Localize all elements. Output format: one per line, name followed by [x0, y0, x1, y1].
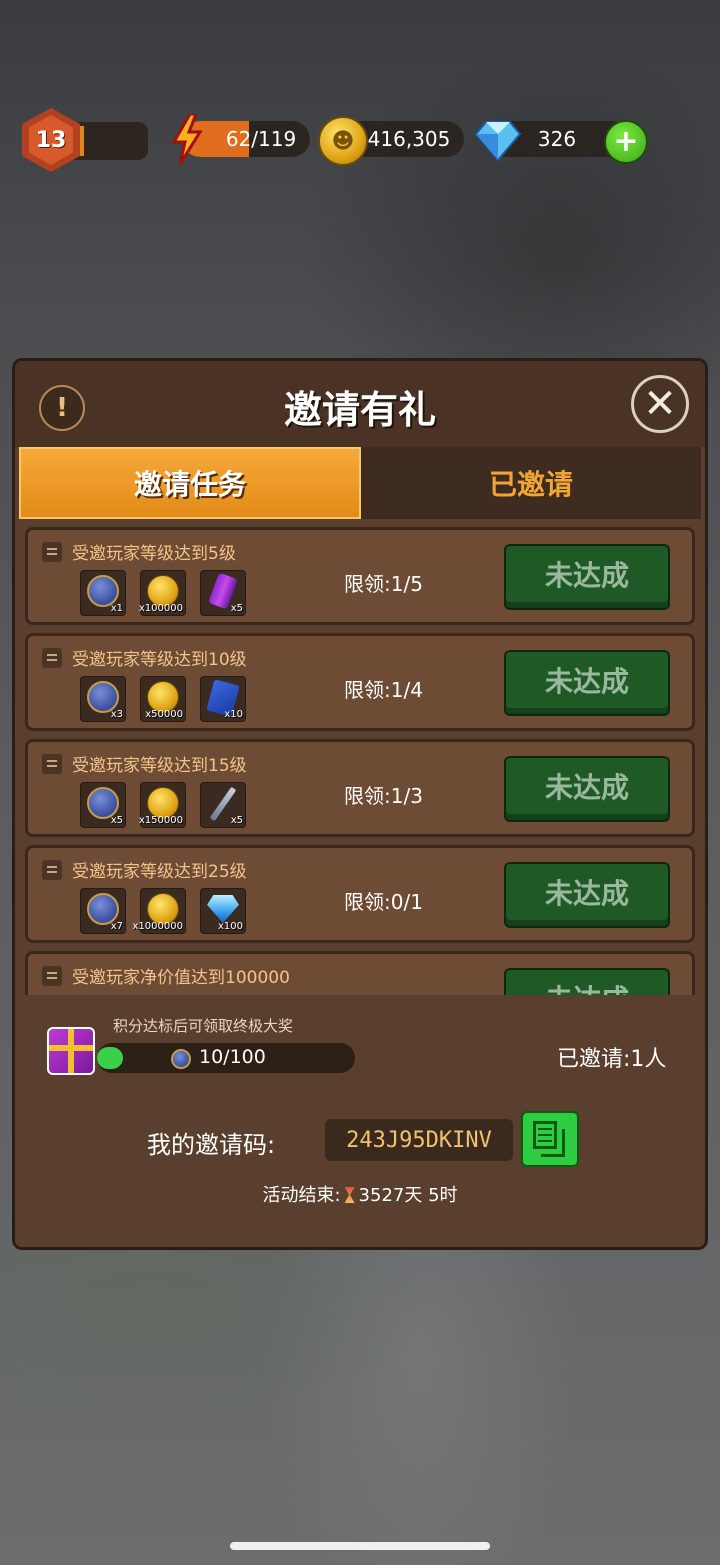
reward-slot[interactable]: x5: [200, 782, 246, 828]
reward-slot[interactable]: x50000: [140, 676, 186, 722]
reward-slot[interactable]: x3: [80, 676, 126, 722]
reward-slot[interactable]: x100: [200, 888, 246, 934]
add-gems-button[interactable]: +: [604, 120, 648, 164]
task-status-button[interactable]: 未达成: [504, 650, 670, 716]
close-button[interactable]: ✕: [631, 375, 689, 433]
task-status-button[interactable]: 未达成: [504, 756, 670, 822]
invite-summary: 积分达标后可领取终极大奖 10/100 已邀请:1人 我的邀请码: 243J95…: [19, 995, 701, 1221]
task-title: 受邀玩家等级达到25级: [72, 862, 247, 882]
task-list-icon: [42, 860, 62, 880]
panel-title: 邀请有礼: [283, 388, 436, 432]
claim-limit: 限领:1/4: [344, 678, 423, 702]
task-item: 受邀玩家等级达到25级 x7 x1000000 x100 限领:0/1 未达成: [25, 845, 695, 943]
task-list[interactable]: 受邀玩家等级达到5级 x1 x100000 x5 限领:1/5 未达成 受邀玩家…: [25, 527, 697, 995]
copy-code-button[interactable]: [521, 1111, 579, 1167]
tab-invite-tasks[interactable]: 邀请任务: [19, 447, 361, 519]
reward-qty: x50000: [145, 709, 183, 720]
task-list-icon: [42, 542, 62, 562]
score-progress-fill: [97, 1047, 123, 1069]
task-item: 受邀玩家等级达到10级 x3 x50000 x10 限领:1/4 未达成: [25, 633, 695, 731]
invite-reward-panel: ! 邀请有礼 ✕ 邀请任务 已邀请 受邀玩家等级达到5级 x1 x100000 …: [12, 358, 708, 1250]
reward-slot[interactable]: x5: [200, 570, 246, 616]
invite-code: 243J95DKINV: [325, 1119, 513, 1161]
reward-slot[interactable]: x5: [80, 782, 126, 828]
reward-slot[interactable]: x1: [80, 570, 126, 616]
reward-slot[interactable]: x7: [80, 888, 126, 934]
task-status-button[interactable]: 未达成: [504, 544, 670, 610]
gem-value: 326: [537, 127, 577, 151]
hourglass-icon: [344, 1187, 355, 1203]
reward-qty: x1000000: [132, 921, 183, 932]
panel-header: ! 邀请有礼 ✕: [15, 361, 705, 447]
tab-bar: 邀请任务 已邀请: [19, 447, 701, 521]
task-title: 受邀玩家等级达到15级: [72, 756, 247, 776]
gift-box-icon[interactable]: [47, 1027, 95, 1075]
task-status-button[interactable]: 未达成: [504, 862, 670, 928]
task-list-icon: [42, 754, 62, 774]
claim-limit: 限领:1/3: [344, 784, 423, 808]
score-value: 10/100: [199, 1046, 266, 1068]
reward-slot[interactable]: x10: [200, 676, 246, 722]
diamond-icon: [207, 895, 239, 923]
score-token-icon: [171, 1049, 191, 1069]
score-hint: 积分达标后可领取终极大奖: [113, 1017, 294, 1035]
lightning-icon: [171, 114, 203, 164]
event-end-time: 活动结束: 3527天 5时: [19, 1181, 701, 1207]
task-item: 受邀玩家净价值达到100000 未达成: [25, 951, 695, 995]
reward-slot[interactable]: x150000: [138, 782, 186, 828]
gold-coin-icon: ☻: [318, 116, 368, 166]
reward-qty: x100: [217, 921, 243, 932]
reward-qty: x7: [110, 921, 123, 932]
task-title: 受邀玩家等级达到10级: [72, 650, 247, 670]
reward-qty: x100000: [138, 603, 183, 614]
task-item: 受邀玩家等级达到5级 x1 x100000 x5 限领:1/5 未达成: [25, 527, 695, 625]
task-list-icon: [42, 966, 62, 986]
claim-limit: 限领:0/1: [344, 890, 423, 914]
gold-value: 416,305: [367, 127, 451, 151]
diamond-icon: [474, 121, 522, 162]
task-status-button[interactable]: 未达成: [504, 968, 670, 995]
invite-code-label: 我的邀请码:: [147, 1131, 276, 1159]
level-value: 13: [35, 127, 67, 153]
level-progress-bar: [74, 122, 148, 160]
tab-invited[interactable]: 已邀请: [361, 447, 701, 519]
end-label: 活动结束:: [262, 1185, 341, 1206]
energy-value: 62/119: [225, 127, 297, 151]
invited-count: 已邀请:1人: [557, 1047, 667, 1072]
copy-icon: [538, 1128, 552, 1130]
reward-qty: x10: [224, 709, 243, 720]
reward-qty: x5: [230, 815, 243, 826]
reward-slot[interactable]: x100000: [138, 570, 186, 616]
task-title: 受邀玩家净价值达到100000: [72, 968, 290, 988]
reward-qty: x1: [110, 603, 123, 614]
task-item: 受邀玩家等级达到15级 x5 x150000 x5 限领:1/3 未达成: [25, 739, 695, 837]
task-list-icon: [42, 648, 62, 668]
reward-slot[interactable]: x1000000: [133, 888, 186, 934]
task-title: 受邀玩家等级达到5级: [72, 544, 236, 564]
end-countdown: 3527天 5时: [358, 1185, 458, 1206]
claim-limit: 限领:1/5: [344, 572, 423, 596]
level-badge[interactable]: 13: [22, 108, 80, 172]
home-indicator[interactable]: [230, 1542, 490, 1550]
reward-qty: x150000: [138, 815, 183, 826]
reward-qty: x5: [230, 603, 243, 614]
reward-qty: x3: [110, 709, 123, 720]
reward-qty: x5: [110, 815, 123, 826]
